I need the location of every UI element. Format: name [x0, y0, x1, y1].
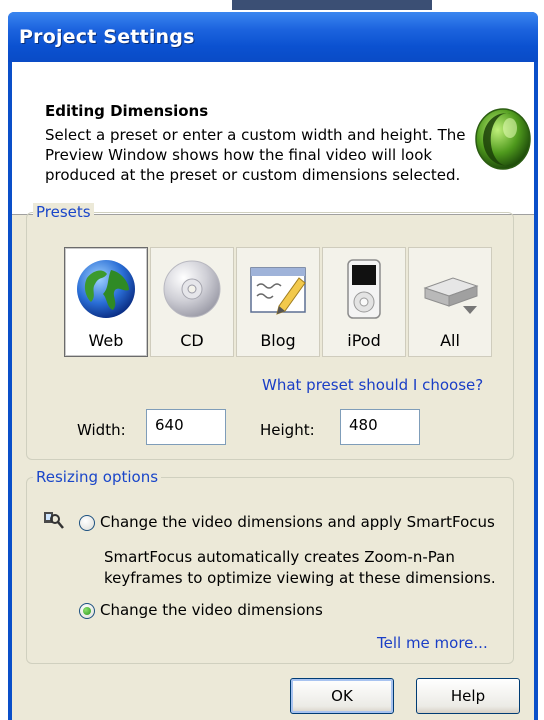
- ok-button[interactable]: OK: [290, 678, 394, 714]
- camtasia-logo-icon: [475, 108, 531, 170]
- header-title: Editing Dimensions: [45, 102, 209, 120]
- height-label: Height:: [260, 421, 315, 439]
- smartfocus-description: SmartFocus automatically creates Zoom-n-…: [104, 548, 496, 587]
- cd-disc-icon: [163, 260, 221, 318]
- width-input[interactable]: 640: [146, 409, 226, 445]
- blog-pencil-icon: [250, 267, 306, 315]
- ipod-icon: [347, 259, 381, 319]
- preset-web-tile[interactable]: Web: [64, 247, 148, 357]
- presets-legend: Presets: [33, 203, 94, 221]
- resizing-options-legend: Resizing options: [33, 468, 162, 486]
- change-dimensions-radio[interactable]: [79, 603, 95, 619]
- preset-web-label: Web: [88, 331, 124, 350]
- preset-cd-tile[interactable]: CD: [150, 247, 234, 357]
- preset-ipod-tile[interactable]: iPod: [322, 247, 406, 357]
- help-button[interactable]: Help: [416, 678, 520, 714]
- all-presets-dropdown-icon: [423, 277, 479, 314]
- window-title: Project Settings: [19, 26, 195, 48]
- preset-blog-label: Blog: [260, 331, 296, 350]
- change-dimensions-option-label[interactable]: Change the video dimensions: [100, 601, 323, 619]
- width-label: Width:: [77, 421, 126, 439]
- preset-ipod-label: iPod: [347, 331, 381, 350]
- title-bar[interactable]: Project Settings: [8, 12, 538, 62]
- height-input[interactable]: 480: [340, 409, 420, 445]
- preset-all-label: All: [440, 331, 460, 350]
- background-window-edge: [232, 0, 432, 10]
- preset-blog-tile[interactable]: Blog: [236, 247, 320, 357]
- preset-help-link[interactable]: What preset should I choose?: [262, 376, 483, 394]
- smartfocus-option-label[interactable]: Change the video dimensions and apply Sm…: [100, 513, 495, 531]
- smartfocus-radio[interactable]: [79, 515, 95, 531]
- tell-me-more-link[interactable]: Tell me more...: [377, 634, 488, 652]
- preset-cd-label: CD: [180, 331, 204, 350]
- dialog-header: Editing Dimensions Select a preset or en…: [12, 62, 534, 215]
- preset-all-tile[interactable]: All: [408, 247, 492, 357]
- header-description: Select a preset or enter a custom width …: [45, 126, 466, 184]
- globe-icon: [77, 260, 135, 318]
- smartfocus-magnifier-icon: [44, 512, 64, 529]
